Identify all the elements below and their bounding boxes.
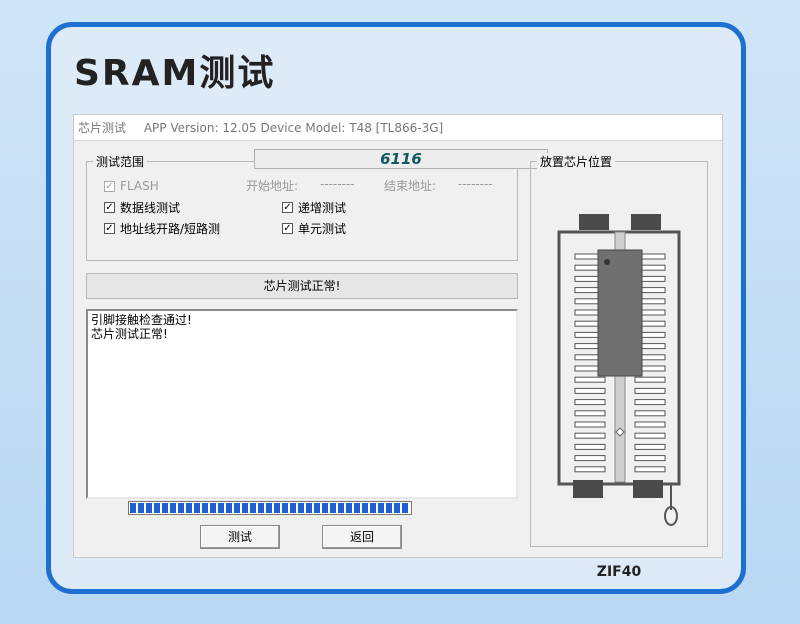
checkbox-data-line[interactable]: ✓ xyxy=(104,202,115,213)
socket-pin xyxy=(634,466,666,473)
back-button[interactable]: 返回 xyxy=(322,525,402,549)
progress-segment xyxy=(266,503,272,513)
test-button[interactable]: 测试 xyxy=(200,525,280,549)
progress-segment xyxy=(330,503,336,513)
option-addr-line[interactable]: ✓ 地址线开路/短路测 xyxy=(104,220,220,237)
socket-pin xyxy=(574,455,606,462)
placement-group: 放置芯片位置 ZIF40 xyxy=(530,153,708,580)
option-data-line[interactable]: ✓ 数据线测试 xyxy=(104,199,180,216)
progress-segment xyxy=(322,503,328,513)
progress-bar xyxy=(128,501,412,515)
progress-segment xyxy=(186,503,192,513)
socket-pin xyxy=(634,376,666,383)
zif-socket-diagram xyxy=(557,214,681,526)
progress-segment xyxy=(338,503,344,513)
option-increment-label: 递增测试 xyxy=(298,201,347,215)
option-increment[interactable]: ✓ 递增测试 xyxy=(282,199,346,216)
option-flash[interactable]: ✓ FLASH xyxy=(104,179,159,193)
log-line: 芯片测试正常! xyxy=(91,327,168,341)
checkbox-cell[interactable]: ✓ xyxy=(282,223,293,234)
progress-segment xyxy=(242,503,248,513)
start-addr-label: 开始地址: xyxy=(246,179,299,193)
socket-pin xyxy=(634,455,666,462)
progress-segment xyxy=(194,503,200,513)
progress-segment xyxy=(130,503,136,513)
option-flash-label: FLASH xyxy=(120,179,159,193)
progress-segment xyxy=(402,503,408,513)
end-addr-label: 结束地址: xyxy=(384,179,437,193)
socket-pin xyxy=(574,466,606,473)
progress-segment xyxy=(314,503,320,513)
checkbox-flash[interactable]: ✓ xyxy=(104,180,115,192)
chip-name-display: 6116 xyxy=(254,149,548,169)
progress-segment xyxy=(234,503,240,513)
socket-pin xyxy=(634,443,666,450)
progress-segment xyxy=(202,503,208,513)
option-addr-line-label: 地址线开路/短路测 xyxy=(120,222,221,236)
option-cell-label: 单元测试 xyxy=(298,222,347,236)
socket-pin xyxy=(634,410,666,417)
progress-segment xyxy=(258,503,264,513)
checkbox-increment[interactable]: ✓ xyxy=(282,202,293,213)
progress-segment xyxy=(386,503,392,513)
socket-pin xyxy=(574,387,606,394)
socket-pin xyxy=(574,443,606,450)
socket-pin xyxy=(574,421,606,428)
progress-segment xyxy=(362,503,368,513)
start-addr-value: -------- xyxy=(320,177,355,191)
socket-pin xyxy=(634,421,666,428)
socket-pin xyxy=(574,399,606,406)
socket-pin xyxy=(574,410,606,417)
progress-segment xyxy=(354,503,360,513)
progress-segment xyxy=(394,503,400,513)
chip-test-window: 芯片测试 APP Version: 12.05 Device Model: T4… xyxy=(73,114,723,580)
progress-segment xyxy=(178,503,184,513)
page-title: SRAM测试 xyxy=(74,53,276,94)
log-textarea[interactable]: 引脚接触检查通过! 芯片测试正常! xyxy=(86,309,518,499)
window-titlebar: 芯片测试 APP Version: 12.05 Device Model: T4… xyxy=(74,115,722,141)
progress-segment xyxy=(346,503,352,513)
socket-pin xyxy=(634,399,666,406)
progress-segment xyxy=(146,503,152,513)
progress-segment xyxy=(226,503,232,513)
app-version: APP Version: 12.05 Device Model: T48 [TL… xyxy=(143,121,444,135)
progress-segment xyxy=(138,503,144,513)
progress-segment xyxy=(370,503,376,513)
progress-segment xyxy=(274,503,280,513)
progress-segment xyxy=(162,503,168,513)
progress-segment xyxy=(282,503,288,513)
option-data-line-label: 数据线测试 xyxy=(120,201,181,215)
progress-segment xyxy=(170,503,176,513)
end-addr-value: -------- xyxy=(458,177,493,191)
progress-segment xyxy=(298,503,304,513)
socket-pin xyxy=(574,376,606,383)
option-cell[interactable]: ✓ 单元测试 xyxy=(282,220,346,237)
status-bar: 芯片测试正常! xyxy=(86,273,518,299)
progress-segment xyxy=(210,503,216,513)
progress-segment xyxy=(218,503,224,513)
socket-pin xyxy=(634,432,666,439)
progress-segment xyxy=(378,503,384,513)
window-title: 芯片测试 xyxy=(78,121,127,135)
progress-segment xyxy=(250,503,256,513)
progress-segment xyxy=(306,503,312,513)
zif-socket-label: ZIF40 xyxy=(596,564,642,580)
log-line: 引脚接触检查通过! xyxy=(91,313,192,327)
test-range-title: 测试范围 xyxy=(93,153,148,170)
progress-segment xyxy=(154,503,160,513)
socket-pin xyxy=(574,432,606,439)
progress-segment xyxy=(290,503,296,513)
checkbox-addr-line[interactable]: ✓ xyxy=(104,223,115,234)
socket-pin xyxy=(634,387,666,394)
